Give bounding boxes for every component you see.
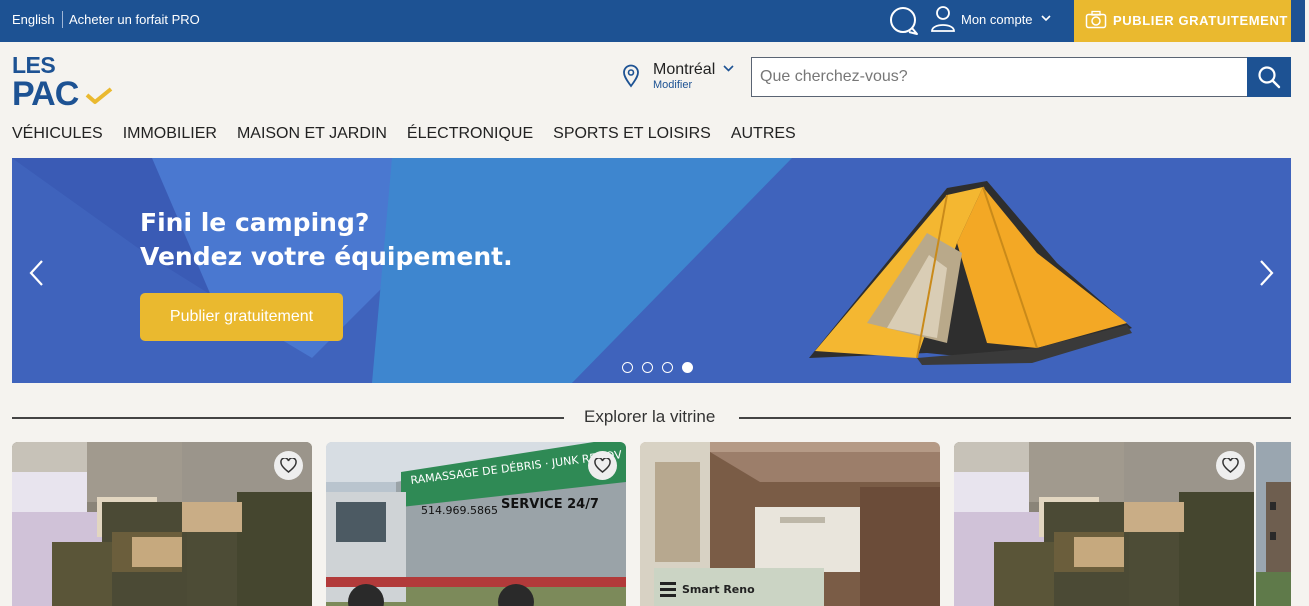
listing-card-partial[interactable]: [1256, 442, 1291, 606]
divider: [739, 417, 1291, 419]
listing-image-flooring-boxes: [12, 442, 312, 606]
nav-item-maison-et-jardin[interactable]: MAISON ET JARDIN: [237, 125, 387, 145]
publish-free-label: PUBLIER GRATUITEMENT: [1113, 13, 1288, 28]
user-icon[interactable]: [930, 5, 956, 33]
search-icon: [1258, 66, 1281, 89]
carousel-dot-1[interactable]: [622, 362, 633, 373]
listing-image-flooring-boxes: [954, 442, 1254, 606]
nav-item-sports-et-loisirs[interactable]: SPORTS ET LOISIRS: [553, 125, 711, 145]
search-button[interactable]: [1247, 57, 1291, 97]
nav-item-vehicules[interactable]: VÉHICULES: [12, 125, 103, 145]
location-pin-icon[interactable]: [622, 64, 640, 88]
carousel-next-arrow-icon[interactable]: [1259, 259, 1275, 287]
showcase-title: Explorer la vitrine: [584, 407, 716, 426]
category-nav: VÉHICULES IMMOBILIER MAISON ET JARDIN ÉL…: [12, 125, 816, 145]
chevron-down-icon[interactable]: [723, 64, 734, 73]
search-input[interactable]: [751, 57, 1248, 97]
smart-reno-badge: Smart Reno: [682, 583, 755, 596]
chat-icon[interactable]: [889, 6, 919, 36]
lespac-logo[interactable]: LES PAC: [12, 54, 116, 112]
listing-image-renovation: Smart Reno: [640, 442, 940, 606]
heart-icon: [280, 458, 297, 473]
truck-text-2: 514.969.5865: [421, 504, 498, 517]
truck-text-3: SERVICE 24/7: [501, 497, 599, 512]
buy-pro-plan-link[interactable]: Acheter un forfait PRO: [69, 12, 200, 27]
listing-card[interactable]: RAMASSAGE DE DÉBRIS · JUNK REMOV 514.969…: [326, 442, 626, 606]
favorite-button[interactable]: [1216, 451, 1245, 480]
nav-item-autres[interactable]: AUTRES: [731, 125, 796, 145]
listing-card[interactable]: [954, 442, 1254, 606]
favorite-button[interactable]: [588, 451, 617, 480]
location-modify-link[interactable]: Modifier: [653, 79, 692, 91]
listing-card[interactable]: Smart Reno: [640, 442, 940, 606]
tent-image: [809, 181, 1132, 365]
location-city[interactable]: Montréal: [653, 61, 715, 79]
camera-icon: [1085, 10, 1107, 29]
heart-icon: [594, 458, 611, 473]
publish-free-button[interactable]: PUBLIER GRATUITEMENT: [1074, 0, 1291, 42]
hero-title-line1: Fini le camping?: [140, 208, 370, 237]
carousel-prev-arrow-icon[interactable]: [28, 259, 44, 287]
carousel-dot-2[interactable]: [642, 362, 653, 373]
language-link[interactable]: English: [12, 12, 55, 27]
hero-publish-button[interactable]: Publier gratuitement: [140, 293, 343, 341]
hero-banner: Fini le camping? Vendez votre équipement…: [12, 158, 1291, 383]
listing-image-junk-removal-truck: RAMASSAGE DE DÉBRIS · JUNK REMOV 514.969…: [326, 442, 626, 606]
listing-image-building: [1256, 442, 1291, 606]
chevron-down-icon[interactable]: [1040, 12, 1052, 24]
listing-card[interactable]: [12, 442, 312, 606]
carousel-dot-3[interactable]: [662, 362, 673, 373]
my-account-link[interactable]: Mon compte: [961, 12, 1033, 27]
logo-text-line1: LES: [12, 52, 56, 78]
checkmark-icon: [85, 87, 113, 104]
divider: [12, 417, 564, 419]
hero-title-line2: Vendez votre équipement.: [140, 242, 513, 271]
heart-icon: [1222, 458, 1239, 473]
favorite-button[interactable]: [274, 451, 303, 480]
nav-item-electronique[interactable]: ÉLECTRONIQUE: [407, 125, 533, 145]
divider: [62, 11, 63, 28]
logo-text-line2: PAC: [12, 75, 79, 113]
nav-item-immobilier[interactable]: IMMOBILIER: [123, 125, 217, 145]
carousel-dot-4-active[interactable]: [682, 362, 693, 373]
